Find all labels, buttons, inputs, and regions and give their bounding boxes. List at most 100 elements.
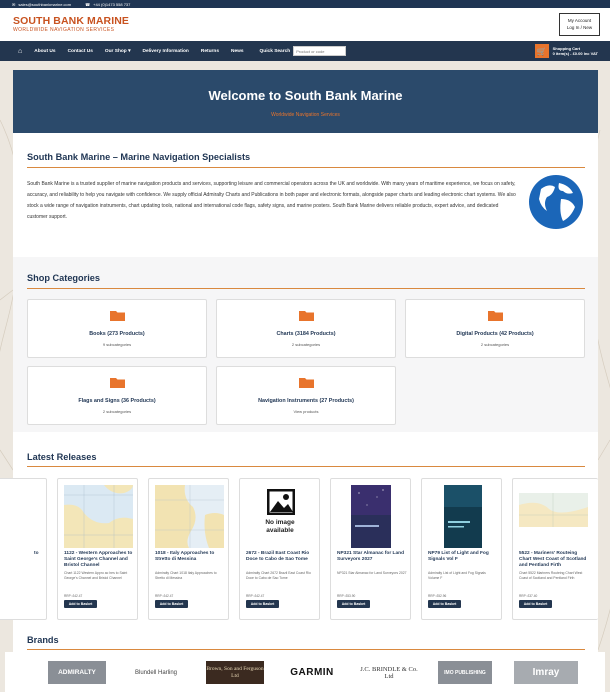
brand-logo-blundell-harling[interactable]: Blundell Harling	[125, 661, 187, 684]
shopping-cart[interactable]: 🛒 Shopping Cart 0 item(s) - £0.00 Inc VA…	[534, 44, 598, 58]
nav-delivery[interactable]: Delivery Information	[142, 49, 188, 54]
product-name: NP79 List of Light and Fog Signals Vol F	[428, 551, 489, 562]
add-to-basket-button[interactable]: Add to Basket	[155, 600, 188, 608]
categories-heading: Shop Categories	[27, 273, 101, 283]
folder-icon	[299, 311, 314, 321]
product-image	[519, 485, 588, 548]
phone-text: +44 (0)1473 558 737	[93, 1, 131, 7]
product-card[interactable]: No image available 2672 - Brazil East Co…	[239, 478, 320, 620]
logo-main-text: SOUTH BANK MARINE	[13, 15, 130, 27]
site-logo[interactable]: SOUTH BANK MARINE WORLDWIDE NAVIGATION S…	[13, 16, 129, 33]
category-sub: 2 subcategories	[102, 409, 132, 414]
no-image-placeholder: No image available	[246, 485, 315, 548]
product-name: 5522 - Mariners' Routeing Chart West Coa…	[519, 551, 587, 568]
category-card-flags[interactable]: Flags and Signs (36 Products) 2 subcateg…	[27, 366, 207, 425]
hero-title: Welcome to South Bank Marine	[208, 88, 403, 103]
product-name: 1122 - Western Approaches to Saint Georg…	[64, 551, 133, 568]
category-name: Charts (3184 Products)	[276, 331, 336, 337]
main-nav: ⌂ About Us Contact Us Our Shop ▾ Deliver…	[0, 41, 610, 61]
product-image	[337, 485, 406, 548]
brand-logo-imo-publishing[interactable]: IMO PUBLISHING	[438, 661, 492, 684]
divider	[27, 288, 585, 289]
search-label: Quick Search	[259, 48, 291, 54]
nav-returns[interactable]: Returns	[201, 49, 219, 54]
brands-heading: Brands	[27, 635, 59, 645]
product-description: Chart 5522 Mariners Routeing Chart West …	[519, 571, 583, 580]
brand-logo-jc-brindle[interactable]: J.C. BRINDLE & Co. Ltd	[358, 661, 420, 684]
product-price: RRP: £53.90	[337, 594, 356, 598]
divider	[27, 167, 585, 168]
product-name: to	[34, 551, 39, 556]
account-label: My Account	[567, 18, 592, 23]
brand-logo-admiralty[interactable]: ADMIRALTY	[48, 661, 106, 684]
top-contact-bar: ✉ sales@southbankmarine.com ☎ +44 (0)147…	[0, 0, 610, 8]
product-price: RRP: £52.96	[428, 594, 447, 598]
nav-news[interactable]: News	[231, 49, 244, 54]
about-text: South Bank Marine is a trusted supplier …	[27, 181, 516, 220]
brand-logo-garmin[interactable]: GARMIN	[280, 661, 344, 684]
product-image	[64, 485, 133, 548]
cart-summary: 0 item(s) - £0.00 Inc VAT	[552, 51, 598, 56]
category-sub: 2 subcategories	[480, 342, 510, 347]
product-price: RRP: £42.47	[64, 594, 83, 598]
product-description: Admiralty List of Light and Fog Signals …	[428, 571, 486, 580]
product-name: NP321 Star Almanac for Land Surveyors 20…	[337, 551, 404, 562]
category-card-digital[interactable]: Digital Products (42 Products) 2 subcate…	[405, 299, 585, 358]
product-card[interactable]: 5522 - Mariners' Routeing Chart West Coa…	[512, 478, 598, 620]
globe-icon	[529, 175, 583, 229]
add-to-basket-button[interactable]: Add to Basket	[64, 600, 97, 608]
folder-icon	[110, 311, 125, 321]
hero-banner: Welcome to South Bank Marine Worldwide N…	[13, 70, 598, 133]
brand-logo-imray[interactable]: Imray	[514, 661, 578, 684]
logo-sub-text: WORLDWIDE NAVIGATION SERVICES	[13, 27, 115, 33]
about-heading: South Bank Marine – Marine Navigation Sp…	[27, 152, 251, 162]
categories-section: Shop Categories Books (273 Products) 9 s…	[13, 257, 598, 432]
product-card[interactable]: NP321 Star Almanac for Land Surveyors 20…	[330, 478, 411, 620]
product-card[interactable]: to	[0, 478, 47, 620]
category-name: Digital Products (42 Products)	[456, 331, 534, 337]
add-to-basket-button[interactable]: Add to Basket	[428, 600, 461, 608]
product-name: 1018 - Italy Approaches to Stretto di Me…	[155, 551, 215, 562]
category-card-books[interactable]: Books (273 Products) 9 subcategories	[27, 299, 207, 358]
nav-about[interactable]: About Us	[34, 49, 55, 54]
add-to-basket-button[interactable]: Add to Basket	[519, 600, 552, 608]
product-card[interactable]: 1122 - Western Approaches to Saint Georg…	[57, 478, 138, 620]
search-input[interactable]	[293, 46, 347, 56]
folder-icon	[110, 378, 125, 388]
add-to-basket-button[interactable]: Add to Basket	[246, 600, 279, 608]
divider	[27, 466, 585, 467]
home-icon[interactable]: ⌂	[18, 48, 22, 55]
phone-icon: ☎	[85, 1, 91, 7]
product-description: Chart 1122 Western Appro ac hes to Saint…	[64, 571, 128, 580]
hero-tagline: Worldwide Navigation Services	[271, 112, 340, 118]
category-sub: 2 subcategories	[291, 342, 321, 347]
email-contact[interactable]: ✉ sales@southbankmarine.com	[12, 2, 71, 7]
category-card-instruments[interactable]: Navigation Instruments (27 Products) Vie…	[216, 366, 396, 425]
category-card-charts[interactable]: Charts (3184 Products) 2 subcategories	[216, 299, 396, 358]
product-card[interactable]: NP79 List of Light and Fog Signals Vol F…	[421, 478, 502, 620]
product-card[interactable]: 1018 - Italy Approaches to Stretto di Me…	[148, 478, 229, 620]
product-price: RRP: £42.47	[246, 594, 265, 598]
product-description: Admiralty Chart 1018 Italy Approaches to…	[155, 571, 217, 580]
product-price: RRP: £42.47	[155, 594, 174, 598]
category-name: Books (273 Products)	[89, 331, 145, 337]
category-sub: 9 subcategories	[102, 342, 132, 347]
category-name: Flags and Signs (36 Products)	[78, 398, 156, 404]
product-name: 2672 - Brazil East Coast Rio Doce to Cab…	[246, 551, 310, 562]
product-image	[0, 485, 42, 548]
product-description: Admiralty Chart 2672 Brazil East Coast R…	[246, 571, 311, 580]
main-content: South Bank Marine – Marine Navigation Sp…	[0, 133, 598, 663]
login-label: Log In / New	[566, 25, 593, 30]
folder-icon	[299, 378, 314, 388]
folder-icon	[488, 311, 503, 321]
site-header: SOUTH BANK MARINE WORLDWIDE NAVIGATION S…	[0, 8, 610, 41]
nav-shop[interactable]: Our Shop ▾	[105, 49, 131, 54]
category-sub: View products	[293, 409, 319, 414]
no-image-text: No image available	[265, 519, 295, 534]
divider	[27, 649, 585, 650]
account-button[interactable]: My Account Log In / New	[559, 13, 600, 36]
phone-contact[interactable]: ☎ +44 (0)1473 558 737	[85, 2, 130, 7]
add-to-basket-button[interactable]: Add to Basket	[337, 600, 370, 608]
nav-contact[interactable]: Contact Us	[68, 49, 93, 54]
brand-logo-brown-son-ferguson[interactable]: Brown, Son and Ferguson Ltd	[206, 661, 264, 684]
